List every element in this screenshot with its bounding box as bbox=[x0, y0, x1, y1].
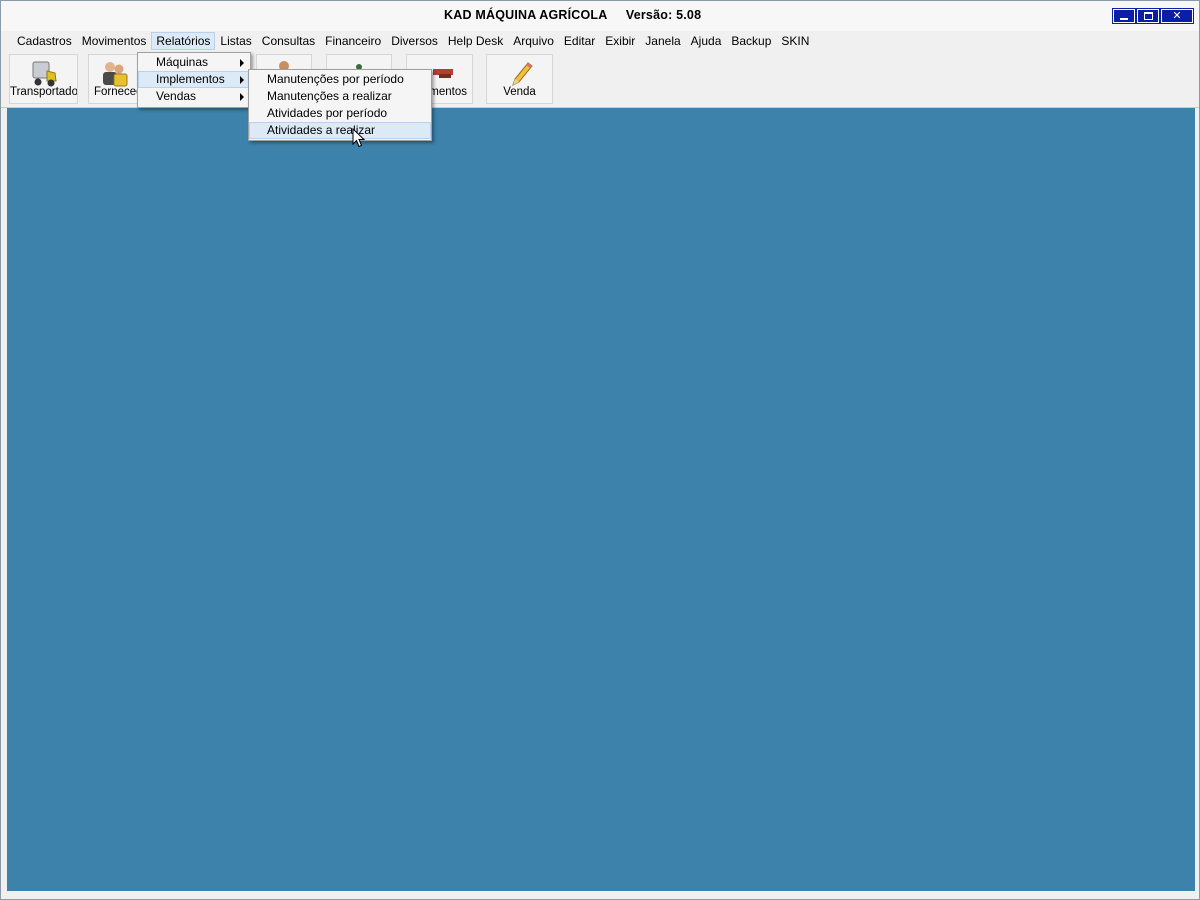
menu-bar: Cadastros Movimentos Relatórios Listas C… bbox=[1, 31, 1199, 51]
menu-item-maquinas[interactable]: Máquinas bbox=[138, 54, 250, 71]
truck-icon bbox=[32, 61, 57, 87]
menu-item-vendas-label: Vendas bbox=[156, 89, 197, 103]
menu-help-desk[interactable]: Help Desk bbox=[443, 32, 508, 50]
transportador-button[interactable]: Transportador bbox=[9, 54, 78, 104]
minimize-icon bbox=[1120, 18, 1128, 20]
menu-consultas[interactable]: Consultas bbox=[257, 32, 320, 50]
menu-arquivo[interactable]: Arquivo bbox=[508, 32, 559, 50]
fornecedor-button[interactable]: Fornecedo bbox=[88, 54, 140, 104]
menu-listas[interactable]: Listas bbox=[215, 32, 256, 50]
maximize-button[interactable] bbox=[1136, 8, 1160, 24]
close-icon: ✕ bbox=[1172, 9, 1182, 22]
menu-movimentos[interactable]: Movimentos bbox=[77, 32, 152, 50]
submenu-item-manutencoes-periodo[interactable]: Manutenções por período bbox=[249, 71, 431, 88]
implementos-submenu: Manutenções por período Manutenções a re… bbox=[248, 69, 432, 141]
minimize-button[interactable] bbox=[1112, 8, 1136, 24]
submenu-item-atividades-realizar[interactable]: Atividades a realizar bbox=[249, 122, 431, 139]
menu-janela[interactable]: Janela bbox=[640, 32, 685, 50]
venda-label: Venda bbox=[503, 86, 536, 98]
menu-cadastros[interactable]: Cadastros bbox=[12, 32, 77, 50]
close-button[interactable]: ✕ bbox=[1160, 8, 1194, 24]
menu-backup[interactable]: Backup bbox=[726, 32, 776, 50]
menu-relatorios[interactable]: Relatórios bbox=[151, 32, 216, 50]
relatorios-menu: Máquinas Implementos Vendas bbox=[137, 52, 251, 108]
version-label: Versão: 5.08 bbox=[625, 8, 702, 22]
maximize-icon bbox=[1143, 12, 1153, 20]
window-title: KAD MÁQUINA AGRÍCOLA Versão: 5.08 bbox=[444, 8, 702, 22]
status-strip bbox=[7, 891, 1195, 899]
submenu-arrow-icon bbox=[240, 76, 244, 84]
menu-exibir[interactable]: Exibir bbox=[600, 32, 640, 50]
supplier-icon bbox=[103, 62, 128, 87]
submenu-arrow-icon bbox=[240, 93, 244, 101]
title-bar[interactable]: KAD MÁQUINA AGRÍCOLA Versão: 5.08 ✕ bbox=[1, 1, 1199, 31]
transportador-label: Transportador bbox=[10, 86, 77, 98]
mouse-cursor-icon bbox=[352, 128, 366, 148]
menu-item-implementos[interactable]: Implementos bbox=[138, 71, 250, 88]
menu-editar[interactable]: Editar bbox=[559, 32, 600, 50]
submenu-arrow-icon bbox=[240, 59, 244, 67]
submenu-item-atividades-periodo[interactable]: Atividades por período bbox=[249, 105, 431, 122]
pencil-icon bbox=[511, 62, 533, 86]
menu-financeiro[interactable]: Financeiro bbox=[320, 32, 386, 50]
venda-button[interactable]: Venda bbox=[486, 54, 553, 104]
menu-item-maquinas-label: Máquinas bbox=[156, 55, 209, 69]
menu-ajuda[interactable]: Ajuda bbox=[686, 32, 727, 50]
menu-item-implementos-label: Implementos bbox=[156, 72, 225, 86]
submenu-item-manutencoes-realizar[interactable]: Manutenções a realizar bbox=[249, 88, 431, 105]
mdi-workspace[interactable] bbox=[7, 108, 1195, 891]
menu-skin[interactable]: SKIN bbox=[776, 32, 814, 50]
fornecedor-label: Fornecedo bbox=[94, 86, 139, 98]
main-window: KAD MÁQUINA AGRÍCOLA Versão: 5.08 ✕ Cada… bbox=[0, 0, 1200, 900]
menu-item-vendas[interactable]: Vendas bbox=[138, 88, 250, 105]
menu-diversos[interactable]: Diversos bbox=[386, 32, 443, 50]
window-controls: ✕ bbox=[1112, 8, 1194, 24]
